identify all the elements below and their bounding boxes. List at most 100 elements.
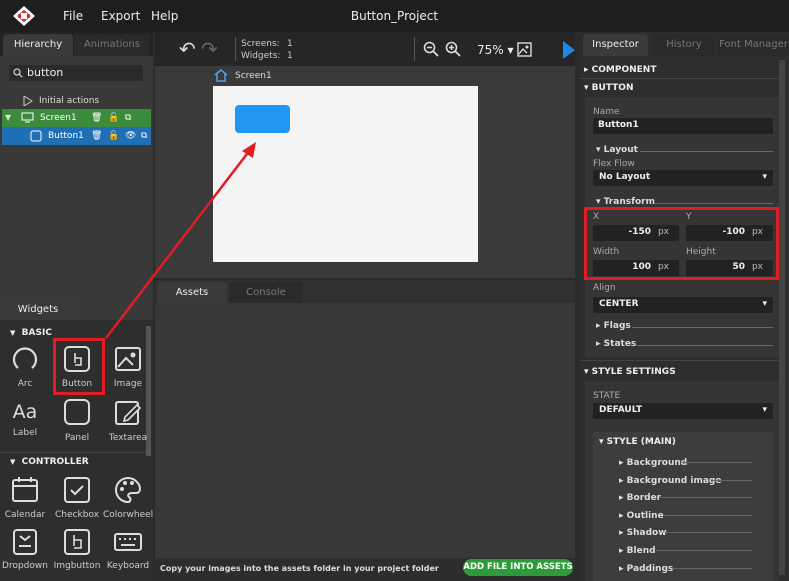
tab-widgets[interactable]: Widgets	[3, 299, 73, 321]
widget-label: Imgbutton	[53, 561, 101, 571]
style-item-shadow[interactable]: ▸ Shadow	[619, 528, 667, 538]
divider	[640, 151, 773, 152]
widget-label: Image	[113, 379, 143, 389]
style-item-border[interactable]: ▸ Border	[619, 493, 661, 503]
tree-label-initial-actions: Initial actions	[39, 96, 100, 106]
widget-label[interactable]: Aa Label	[0, 398, 50, 450]
highlight-transform	[584, 207, 779, 280]
state-dropdown[interactable]: DEFAULT ▾	[593, 403, 773, 419]
divider	[660, 497, 752, 498]
assets-list	[155, 303, 575, 558]
widget-label: Dropdown	[2, 561, 48, 571]
widget-imgbutton[interactable]: Imgbutton	[52, 528, 102, 580]
divider	[654, 203, 773, 204]
divider	[636, 345, 773, 346]
hierarchy-search-input[interactable]: button	[9, 65, 143, 81]
add-file-button[interactable]: ADD FILE INTO ASSETS	[463, 559, 573, 576]
button-icon	[30, 130, 42, 142]
eye-icon[interactable]: 👁	[125, 127, 136, 145]
section-states[interactable]: ▸ States	[596, 339, 636, 349]
play-icon[interactable]	[563, 41, 575, 59]
widget-colorwheel[interactable]: Colorwheel	[103, 475, 153, 527]
lock-icon[interactable]: 🔓	[108, 109, 119, 127]
tree-item-initial-actions[interactable]: Initial actions	[0, 92, 153, 110]
divider	[580, 78, 779, 79]
widget-keyboard[interactable]: Keyboard	[103, 528, 153, 580]
zoom-in-icon[interactable]	[445, 41, 461, 57]
zoom-out-icon[interactable]	[423, 41, 439, 57]
inspector-scrollbar[interactable]	[779, 60, 785, 575]
search-icon	[13, 68, 23, 78]
section-button[interactable]: ▾ BUTTON	[584, 83, 634, 93]
tree-label-screen1: Screen1	[40, 113, 77, 123]
tab-inspector[interactable]: Inspector	[583, 34, 648, 56]
divider	[632, 327, 773, 328]
tree-item-screen1[interactable]: ▼ Screen1 🗑 🔓 ⧉	[2, 109, 151, 127]
section-controller[interactable]: ▼ CONTROLLER	[10, 457, 89, 467]
image-preview-icon[interactable]	[517, 42, 532, 57]
zoom-select[interactable]: 75% ▾	[477, 43, 514, 57]
style-item-blend[interactable]: ▸ Blend	[619, 546, 656, 556]
trash-icon[interactable]: 🗑	[91, 109, 102, 127]
divider	[235, 37, 236, 61]
divider	[414, 37, 415, 61]
widget-textarea[interactable]: Textarea	[103, 398, 153, 450]
flex-flow-dropdown[interactable]: No Layout ▾	[593, 170, 773, 186]
tab-font-manager[interactable]: Font Manager	[718, 34, 789, 56]
widget-label: Colorwheel	[103, 510, 154, 520]
menubar: File Export Help Button_Project	[0, 0, 789, 32]
section-style-settings[interactable]: ▾ STYLE SETTINGS	[584, 367, 676, 377]
style-item-background-image[interactable]: ▸ Background image	[619, 476, 721, 486]
widget-checkbox[interactable]: Checkbox	[52, 475, 102, 527]
widget-label: Panel	[64, 433, 90, 443]
dropdown-icon	[13, 529, 37, 555]
checkbox-icon	[64, 477, 90, 503]
copy-icon[interactable]: ⧉	[141, 127, 147, 145]
widget-dropdown[interactable]: Dropdown	[0, 528, 50, 580]
chevron-down-icon: ▼	[5, 113, 12, 122]
section-style-main[interactable]: ▾ STYLE (MAIN)	[599, 437, 676, 447]
align-dropdown[interactable]: CENTER ▾	[593, 297, 773, 313]
widget-panel[interactable]: Panel	[52, 398, 102, 450]
tree-item-button1[interactable]: Button1 🗑 🔓 👁 ⧉	[2, 127, 151, 145]
tab-console[interactable]: Console	[230, 282, 302, 304]
button1-preview[interactable]	[235, 105, 290, 133]
widget-calendar[interactable]: Calendar	[0, 475, 50, 527]
widget-label: Checkbox	[55, 510, 99, 520]
section-transform[interactable]: ▾ Transform	[596, 197, 655, 207]
section-component[interactable]: ▸ COMPONENT	[584, 65, 656, 75]
widget-arc[interactable]: Arc	[0, 344, 50, 396]
name-input[interactable]: Button1	[593, 118, 773, 134]
lock-icon[interactable]: 🔓	[108, 127, 119, 145]
tree-label-button1: Button1	[48, 131, 84, 141]
tab-animations[interactable]: Animations	[74, 34, 150, 56]
widget-label: Calendar	[4, 510, 46, 520]
style-item-paddings[interactable]: ▸ Paddings	[619, 564, 673, 574]
chevron-down-icon: ▾	[762, 299, 767, 309]
widget-image[interactable]: Image	[103, 344, 153, 396]
monitor-icon	[21, 112, 34, 123]
palette-icon	[115, 476, 141, 504]
widgets-count: 1	[287, 51, 293, 61]
canvas-toolbar: ↶ ↷ Screens: 1 Widgets: 1 75% ▾	[155, 32, 575, 66]
divider	[580, 360, 779, 361]
section-flags[interactable]: ▸ Flags	[596, 321, 631, 331]
style-item-outline[interactable]: ▸ Outline	[619, 511, 664, 521]
divider	[0, 452, 146, 453]
tab-assets[interactable]: Assets	[157, 282, 227, 304]
redo-icon[interactable]: ↷	[201, 37, 218, 61]
trash-icon[interactable]: 🗑	[91, 127, 102, 145]
undo-icon[interactable]: ↶	[179, 37, 196, 61]
play-icon	[23, 96, 33, 106]
home-icon[interactable]	[214, 69, 228, 82]
tab-hierarchy[interactable]: Hierarchy	[3, 34, 73, 56]
tab-history[interactable]: History	[652, 34, 716, 56]
style-item-background[interactable]: ▸ Background	[619, 458, 687, 468]
window-title: Button_Project	[350, 9, 439, 23]
image-icon	[115, 347, 141, 371]
section-layout[interactable]: ▾ Layout	[596, 145, 638, 155]
state-label: STATE	[593, 391, 621, 401]
arc-icon	[12, 347, 38, 369]
copy-icon[interactable]: ⧉	[125, 109, 131, 127]
section-basic[interactable]: ▼ BASIC	[10, 328, 52, 338]
